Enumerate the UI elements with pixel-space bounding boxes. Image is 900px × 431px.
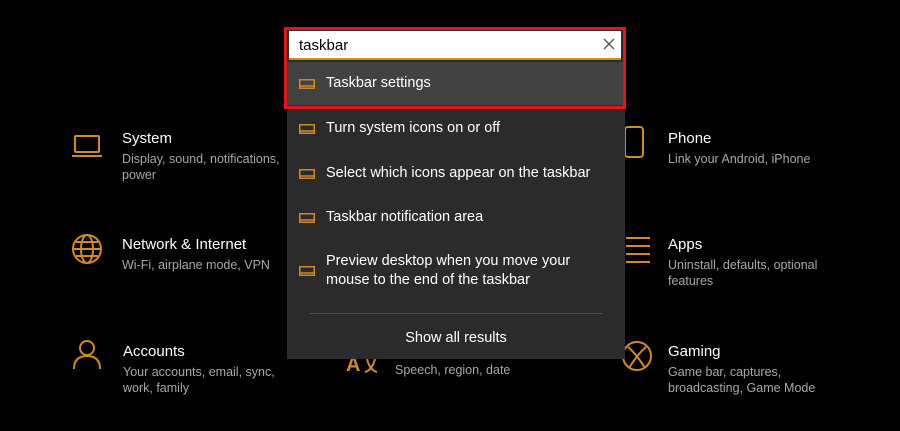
tile-description: Link your Android, iPhone xyxy=(668,152,811,166)
tile-description: Wi-Fi, airplane mode, VPN xyxy=(122,258,270,272)
search-result-label: Taskbar notification area xyxy=(326,209,484,225)
show-all-results-button[interactable]: Show all results xyxy=(287,320,625,356)
search-result-label: Taskbar settings xyxy=(326,75,431,91)
tile-title: Apps xyxy=(668,236,703,253)
search-result-item[interactable]: Taskbar settings xyxy=(287,62,625,105)
tile-accounts[interactable]: Accounts Your accounts, email, sync, wor… xyxy=(70,340,285,401)
tile-title: Accounts xyxy=(123,343,185,360)
xbox-icon xyxy=(620,339,654,373)
tile-description: Display, sound, notifications, power xyxy=(122,152,280,182)
tile-description: Speech, region, date xyxy=(395,363,511,377)
search-box[interactable] xyxy=(289,31,621,60)
tile-gaming[interactable]: Gaming Game bar, captures, broadcasting,… xyxy=(620,341,850,401)
tile-title: Network & Internet xyxy=(122,236,247,253)
search-result-item[interactable]: Taskbar notification area xyxy=(287,197,625,239)
tile-system[interactable]: System Display, sound, notifications, po… xyxy=(70,128,285,188)
tile-title: Phone xyxy=(668,130,712,147)
person-icon xyxy=(70,337,104,371)
phone-icon xyxy=(620,125,654,159)
search-result-label: Turn system icons on or off xyxy=(326,120,501,136)
search-result-item[interactable]: Select which icons appear on the taskbar xyxy=(287,153,625,195)
apps-list-icon xyxy=(620,232,654,266)
tile-description: Game bar, captures, broadcasting, Game M… xyxy=(668,365,816,395)
laptop-icon xyxy=(70,130,104,164)
taskbar-icon xyxy=(299,79,315,89)
tile-phone[interactable]: Phone Link your Android, iPhone xyxy=(620,125,850,178)
tile-apps[interactable]: Apps Uninstall, defaults, optional featu… xyxy=(620,234,850,294)
close-icon[interactable] xyxy=(603,38,615,50)
search-result-item[interactable]: Preview desktop when you move your mouse… xyxy=(287,245,625,301)
taskbar-icon xyxy=(299,169,315,179)
tile-description: Uninstall, defaults, optional features xyxy=(668,258,818,288)
divider xyxy=(310,313,602,314)
search-result-item[interactable]: Turn system icons on or off xyxy=(287,108,625,150)
tile-description: Your accounts, email, sync, work, family xyxy=(123,365,275,395)
search-result-label: Select which icons appear on the taskbar xyxy=(326,165,591,181)
taskbar-icon xyxy=(299,124,315,134)
tile-network[interactable]: Network & Internet Wi-Fi, airplane mode,… xyxy=(70,234,285,284)
tile-title: System xyxy=(122,130,173,147)
globe-icon xyxy=(70,232,104,266)
search-input[interactable] xyxy=(299,35,589,55)
tile-title: Gaming xyxy=(668,343,721,360)
taskbar-icon xyxy=(299,266,315,276)
search-result-label: Preview desktop when you move your mouse… xyxy=(326,253,571,288)
taskbar-icon xyxy=(299,213,315,223)
